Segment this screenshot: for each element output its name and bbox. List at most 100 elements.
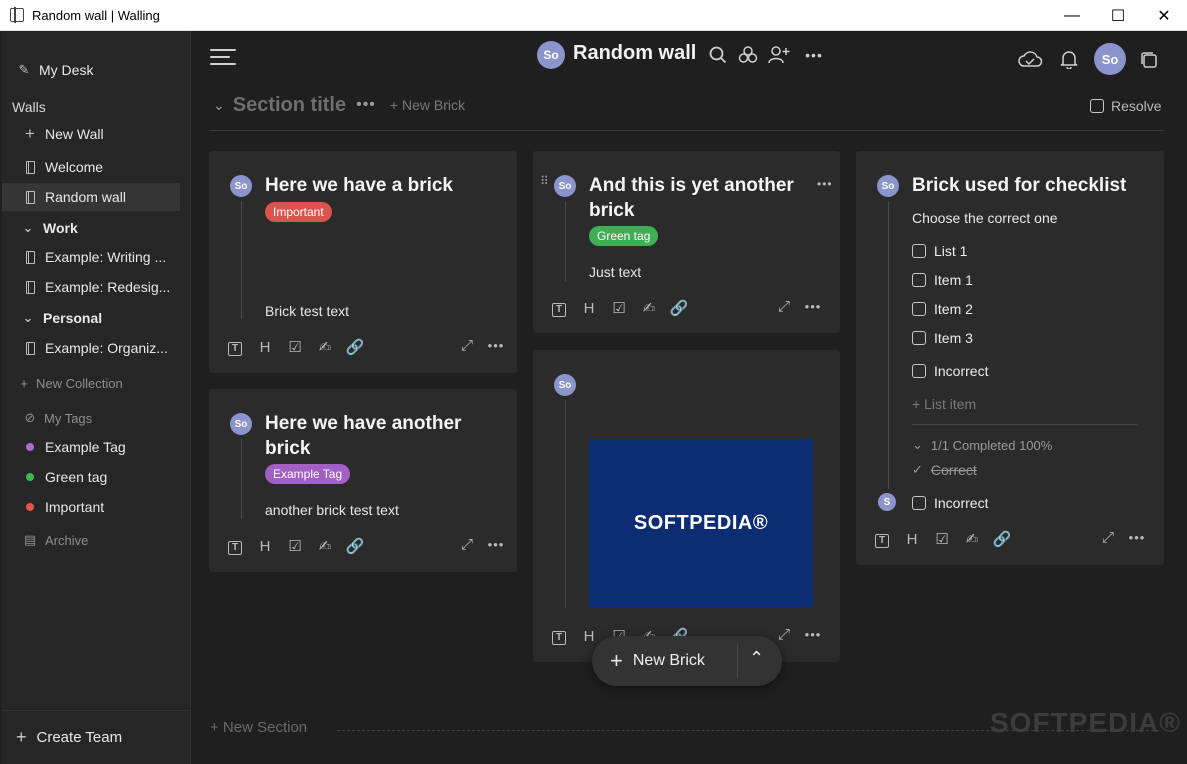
- checklist-checkbox[interactable]: [912, 496, 926, 510]
- sidebar-tag-example[interactable]: Example Tag: [2, 433, 180, 461]
- text-block-icon[interactable]: T: [544, 299, 574, 317]
- checklist-item[interactable]: Item 1: [912, 272, 973, 288]
- checklist-icon[interactable]: ☑: [280, 537, 310, 555]
- text-block-icon[interactable]: T: [544, 627, 574, 645]
- brick-more-button[interactable]: •••: [481, 338, 511, 353]
- section-more-button[interactable]: •••: [356, 96, 376, 114]
- collection-personal[interactable]: ⌄ Personal: [2, 304, 180, 332]
- brick-title[interactable]: And this is yet another brick: [589, 173, 809, 223]
- sidebar-tag-green[interactable]: Green tag: [2, 463, 180, 491]
- expand-icon[interactable]: ⤢: [453, 337, 481, 354]
- new-collection-button[interactable]: + New Collection: [2, 369, 180, 397]
- brick-title[interactable]: Here we have another brick: [265, 411, 501, 461]
- heading-icon[interactable]: H: [250, 339, 280, 356]
- text-block-icon[interactable]: T: [220, 537, 250, 555]
- brick-title[interactable]: Brick used for checklist: [912, 173, 1152, 198]
- resolve-toggle[interactable]: Resolve: [1090, 98, 1162, 114]
- brick-more-button[interactable]: •••: [798, 627, 828, 642]
- completed-item[interactable]: ✓ Correct: [912, 462, 977, 478]
- user-avatar[interactable]: So: [1094, 43, 1126, 75]
- checklist-checkbox[interactable]: [912, 244, 926, 258]
- brick-card-image[interactable]: So SOFTPEDIA® T H ☑ ✍ 🔗 ⤢ •••: [533, 350, 840, 662]
- menu-icon[interactable]: [210, 49, 236, 65]
- new-section-button[interactable]: + New Section: [210, 719, 307, 736]
- sidebar-wall-welcome[interactable]: Welcome: [2, 153, 180, 181]
- text-block-icon[interactable]: T: [867, 530, 897, 548]
- maximize-button[interactable]: ☐: [1095, 0, 1141, 31]
- section-title[interactable]: Section title: [233, 94, 346, 117]
- brick-title[interactable]: Here we have a brick: [265, 173, 501, 198]
- sidebar-wall-redesign[interactable]: Example: Redesig...: [2, 273, 180, 301]
- brick-subtitle[interactable]: Choose the correct one: [912, 210, 1058, 226]
- wall-more-button[interactable]: •••: [801, 43, 827, 67]
- completed-toggle[interactable]: ⌄ 1/1 Completed 100%: [912, 437, 1052, 453]
- expand-icon[interactable]: ⤢: [453, 536, 481, 553]
- chevron-down-icon[interactable]: ⌄: [213, 97, 225, 114]
- tag-badge[interactable]: Important: [265, 202, 332, 222]
- checklist-icon[interactable]: ☑: [604, 299, 634, 317]
- section-new-brick-button[interactable]: + New Brick: [390, 97, 465, 113]
- brick-card-1[interactable]: So Here we have a brick Important Brick …: [209, 151, 517, 373]
- new-brick-fab[interactable]: + New Brick ⌃: [592, 636, 782, 686]
- brick-more-button[interactable]: •••: [798, 299, 828, 314]
- checklist-icon[interactable]: ☑: [280, 338, 310, 356]
- brick-more-button[interactable]: •••: [481, 537, 511, 552]
- brick-more-button[interactable]: •••: [1122, 530, 1152, 545]
- checklist-checkbox[interactable]: [912, 302, 926, 316]
- checklist-checkbox[interactable]: [912, 364, 926, 378]
- minimize-button[interactable]: —: [1049, 0, 1095, 31]
- cloud-sync-icon[interactable]: [1016, 47, 1044, 71]
- new-wall-button[interactable]: + New Wall: [2, 120, 180, 148]
- brick-more-button[interactable]: •••: [817, 177, 833, 191]
- link-icon[interactable]: 🔗: [340, 537, 370, 555]
- checklist-item[interactable]: List 1: [912, 243, 967, 259]
- integrations-icon[interactable]: [737, 43, 759, 67]
- tag-badge[interactable]: Example Tag: [265, 464, 351, 484]
- my-desk-link[interactable]: ✎ My Desk: [2, 56, 180, 84]
- heading-icon[interactable]: H: [574, 300, 604, 317]
- checklist-icon[interactable]: ☑: [927, 530, 957, 548]
- brick-image[interactable]: SOFTPEDIA®: [589, 439, 813, 607]
- checklist-item[interactable]: Item 3: [912, 330, 973, 346]
- chevron-up-icon[interactable]: ⌃: [749, 648, 764, 669]
- add-user-icon[interactable]: [767, 43, 791, 67]
- add-list-item-button[interactable]: + List item: [912, 396, 976, 412]
- brick-text[interactable]: Brick test text: [265, 303, 349, 319]
- checklist-item[interactable]: Incorrect: [912, 495, 988, 511]
- expand-icon[interactable]: ⤢: [770, 298, 798, 315]
- link-icon[interactable]: 🔗: [340, 338, 370, 356]
- heading-icon[interactable]: H: [897, 531, 927, 548]
- draw-icon[interactable]: ✍: [957, 530, 987, 548]
- heading-icon[interactable]: H: [250, 538, 280, 555]
- windows-icon[interactable]: [1138, 49, 1160, 71]
- brick-card-2[interactable]: So Here we have another brick Example Ta…: [209, 389, 517, 572]
- link-icon[interactable]: 🔗: [987, 530, 1017, 548]
- notifications-bell-icon[interactable]: [1058, 47, 1080, 71]
- search-icon[interactable]: [707, 43, 729, 67]
- sidebar-tag-important[interactable]: Important: [2, 493, 180, 521]
- draw-icon[interactable]: ✍: [310, 338, 340, 356]
- sidebar-wall-random[interactable]: Random wall: [2, 183, 180, 211]
- wall-avatar[interactable]: So: [537, 41, 565, 69]
- checklist-checkbox[interactable]: [912, 331, 926, 345]
- sidebar-wall-organize[interactable]: Example: Organiz...: [2, 334, 180, 362]
- draw-icon[interactable]: ✍: [310, 537, 340, 555]
- brick-card-3[interactable]: ⠿ So And this is yet another brick ••• G…: [533, 151, 840, 333]
- expand-icon[interactable]: ⤢: [770, 626, 798, 643]
- drag-handle-icon[interactable]: ⠿: [540, 175, 549, 187]
- collection-work[interactable]: ⌄ Work: [2, 214, 180, 242]
- tag-badge[interactable]: Green tag: [589, 226, 659, 246]
- sidebar-wall-writing[interactable]: Example: Writing ...: [2, 243, 180, 271]
- brick-text[interactable]: Just text: [589, 264, 641, 280]
- my-tags-link[interactable]: ⊘ My Tags: [2, 404, 180, 432]
- checklist-checkbox[interactable]: [912, 273, 926, 287]
- create-team-button[interactable]: + Create Team: [2, 710, 191, 764]
- archive-link[interactable]: ▤ Archive: [2, 526, 180, 554]
- brick-card-checklist[interactable]: So Brick used for checklist Choose the c…: [856, 151, 1164, 565]
- resolve-checkbox[interactable]: [1090, 99, 1104, 113]
- wall-title[interactable]: Random wall: [573, 42, 696, 65]
- close-button[interactable]: ✕: [1141, 0, 1187, 31]
- brick-text[interactable]: another brick test text: [265, 502, 399, 518]
- expand-icon[interactable]: ⤢: [1094, 529, 1122, 546]
- checklist-item[interactable]: Item 2: [912, 301, 973, 317]
